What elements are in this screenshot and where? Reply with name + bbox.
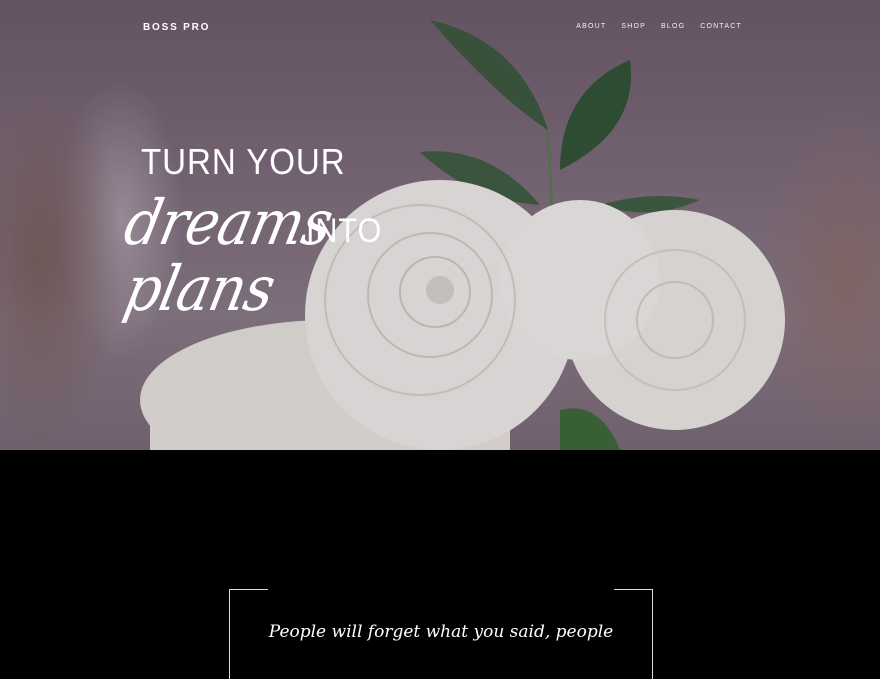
- nav-link-about[interactable]: ABOUT: [576, 23, 606, 30]
- main-nav: ABOUT SHOP BLOG CONTACT: [576, 23, 742, 30]
- hero-section: BOSS PRO ABOUT SHOP BLOG CONTACT TURN YO…: [0, 0, 880, 450]
- nav-link-shop[interactable]: SHOP: [621, 23, 646, 30]
- nav-link-contact[interactable]: CONTACT: [700, 23, 742, 30]
- nav-link-blog[interactable]: BLOG: [661, 23, 685, 30]
- hero-headline-into: INTO: [306, 212, 383, 250]
- hero-headline-line1: TURN YOUR: [141, 141, 346, 182]
- quote-text: People will forget what you said, people: [268, 622, 614, 642]
- quote-frame: People will forget what you said, people: [229, 589, 653, 679]
- brand-logo[interactable]: BOSS PRO: [143, 22, 210, 33]
- hero-script-plans: plans: [118, 252, 281, 325]
